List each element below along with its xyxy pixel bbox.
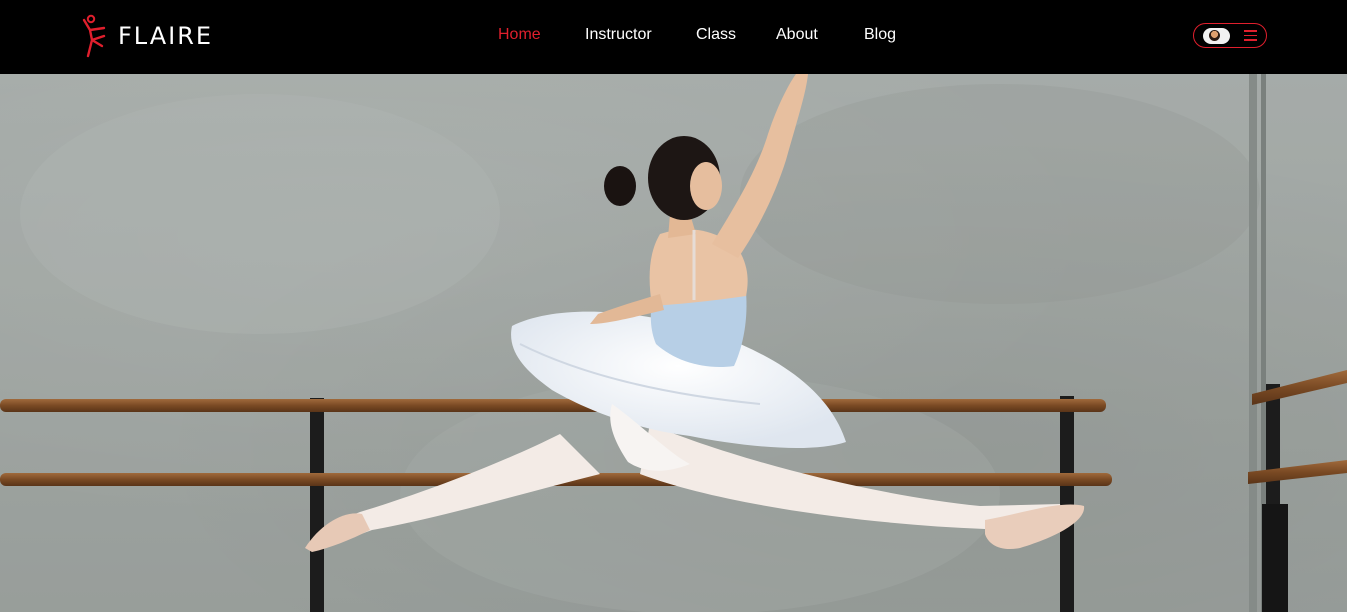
nav-class[interactable]: Class [696, 26, 736, 44]
nav-about[interactable]: About [776, 26, 818, 44]
nav-instructor[interactable]: Instructor [585, 26, 652, 44]
ballerina-photo [0, 74, 1347, 612]
user-menu-toggle[interactable] [1193, 23, 1267, 48]
hero-image [0, 74, 1347, 612]
nav-home[interactable]: Home [498, 26, 541, 44]
dancer-logo-icon [80, 14, 112, 58]
nav-blog[interactable]: Blog [864, 26, 896, 44]
user-avatar [1203, 28, 1230, 44]
brand-name: FLAIRE [118, 22, 214, 50]
brand-logo[interactable]: FLAIRE [80, 14, 213, 58]
site-header: FLAIRE Home Instructor Class About Blog [0, 0, 1347, 74]
hamburger-menu-icon [1244, 30, 1257, 41]
